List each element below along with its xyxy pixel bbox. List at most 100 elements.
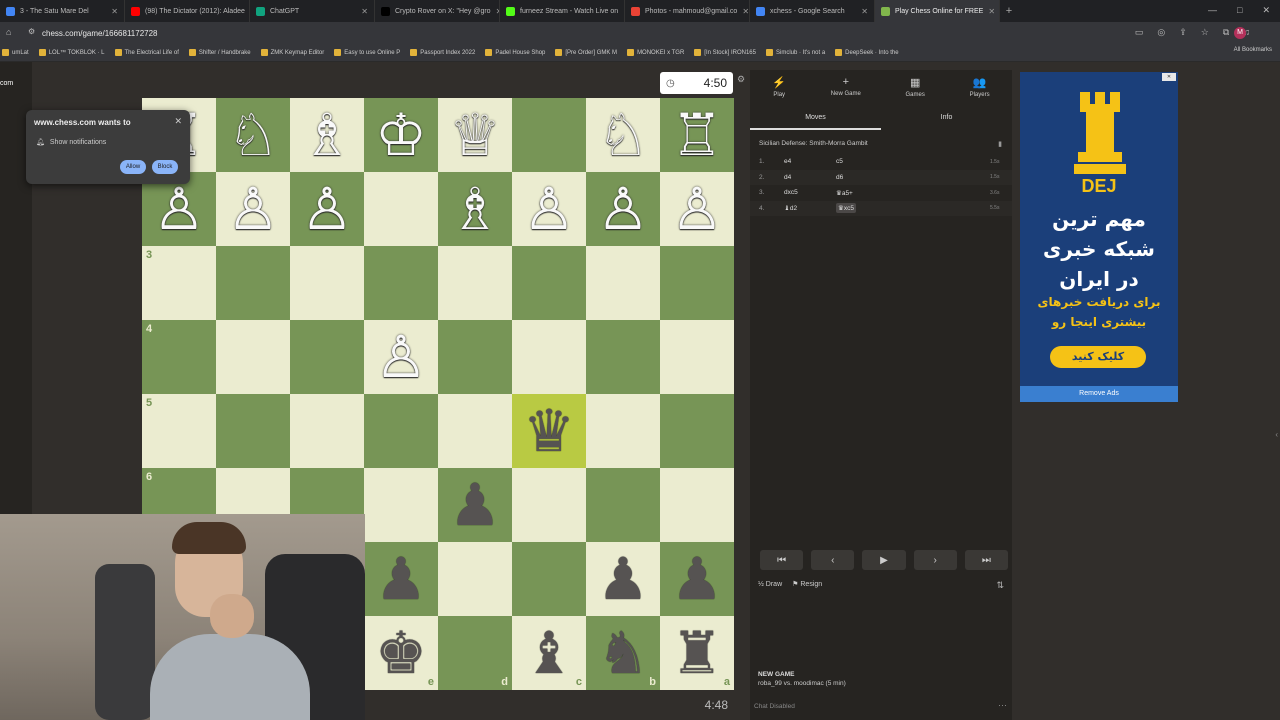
close-tab-icon[interactable]: ✕	[361, 7, 368, 16]
square-b1[interactable]: ♘	[586, 98, 660, 172]
bookmark-item[interactable]: ZMK Keymap Editor	[260, 49, 324, 56]
browser-tab[interactable]: 3 - The Satu Mare Del ✕	[0, 0, 125, 22]
black-pawn-icon[interactable]: ♟	[597, 550, 649, 608]
browser-tab[interactable]: Crypto Rover on X: "Hey @gro✕	[375, 0, 500, 22]
close-icon[interactable]: ✕	[174, 116, 182, 127]
square-d3[interactable]	[438, 246, 512, 320]
white-pawn-icon[interactable]: ♙	[227, 180, 279, 238]
book-icon[interactable]: ▮	[998, 140, 1002, 148]
white-move[interactable]: ♝d2	[784, 204, 797, 212]
square-a1[interactable]: ♖	[660, 98, 734, 172]
square-e7[interactable]: ♟	[364, 542, 438, 616]
black-move[interactable]: d6	[836, 174, 843, 181]
bookmark-item[interactable]: The Electrical Life of	[114, 49, 179, 56]
square-b7[interactable]: ♟	[586, 542, 660, 616]
square-f2[interactable]: ♙	[290, 172, 364, 246]
maximize-icon[interactable]: □	[1237, 5, 1242, 16]
square-b4[interactable]	[586, 320, 660, 394]
url-input[interactable]: chess.com/game/166681172728	[42, 29, 158, 38]
square-a6[interactable]	[660, 468, 734, 542]
panel-tab-games[interactable]: ▦ Games	[906, 70, 925, 104]
next-move-button[interactable]: ›	[913, 550, 957, 570]
profile-avatar[interactable]: M	[1234, 27, 1246, 39]
browser-tab[interactable]: Play Chess Online for FREE ✕	[875, 0, 1000, 22]
square-e4[interactable]: ♙	[364, 320, 438, 394]
white-move[interactable]: d4	[784, 174, 791, 181]
square-b6[interactable]	[586, 468, 660, 542]
square-e8[interactable]: e ♚	[364, 616, 438, 690]
bookmark-item[interactable]: [Pre Order] GMK M	[555, 49, 617, 56]
white-pawn-icon[interactable]: ♙	[375, 328, 427, 386]
browser-tab[interactable]: Photos - mahmoud@gmail.co ✕	[625, 0, 750, 22]
browser-tab[interactable]: furneez Stream - Watch Live on✕	[500, 0, 625, 22]
home-icon[interactable]: ⌂	[6, 27, 11, 37]
white-pawn-icon[interactable]: ♙	[597, 180, 649, 238]
square-h4[interactable]: 4	[142, 320, 216, 394]
square-c4[interactable]	[512, 320, 586, 394]
square-a4[interactable]	[660, 320, 734, 394]
bookmark-item[interactable]: Easy to use Online P	[334, 49, 400, 56]
eye-off-icon[interactable]: ◎	[1157, 27, 1165, 38]
close-window-icon[interactable]: ✕	[1262, 5, 1270, 16]
square-g1[interactable]: ♘	[216, 98, 290, 172]
bookmark-item[interactable]: umLat	[2, 49, 29, 56]
square-g5[interactable]	[216, 394, 290, 468]
browser-tab[interactable]: (98) The Dictator (2012): Aladee✕	[125, 0, 250, 22]
sidebar-label[interactable]: com	[0, 80, 13, 87]
black-pawn-icon[interactable]: ♟	[449, 476, 501, 534]
white-move[interactable]: e4	[784, 158, 791, 165]
close-tab-icon[interactable]: ✕	[861, 7, 868, 16]
all-bookmarks-button[interactable]: All Bookmarks	[1234, 47, 1272, 53]
black-move[interactable]: c5	[836, 158, 843, 165]
allow-button[interactable]: Allow	[120, 160, 146, 174]
white-pawn-icon[interactable]: ♙	[523, 180, 575, 238]
black-pawn-icon[interactable]: ♟	[671, 550, 723, 608]
black-move[interactable]: ♛xc5	[836, 203, 856, 214]
square-d5[interactable]	[438, 394, 512, 468]
close-tab-icon[interactable]: ✕	[742, 7, 749, 16]
black-queen-icon[interactable]: ♛	[523, 402, 575, 460]
panel-tab-new-game[interactable]: + New Game	[831, 70, 861, 104]
new-tab-button[interactable]: +	[1000, 5, 1018, 17]
ad-cta-button[interactable]: کلیک کنید	[1050, 346, 1146, 368]
square-d2[interactable]: ♗	[438, 172, 512, 246]
square-b3[interactable]	[586, 246, 660, 320]
extensions-icon[interactable]: ⧉	[1223, 27, 1229, 38]
bookmark-item[interactable]: [In Stock] IRON165	[694, 49, 756, 56]
square-h3[interactable]: 3	[142, 246, 216, 320]
square-d1[interactable]: ♕	[438, 98, 512, 172]
scroll-arrow-icon[interactable]: ‹	[1275, 430, 1278, 439]
white-bishop-icon[interactable]: ♗	[449, 180, 501, 238]
white-pawn-icon[interactable]: ♙	[153, 180, 205, 238]
square-g3[interactable]	[216, 246, 290, 320]
square-c2[interactable]: ♙	[512, 172, 586, 246]
white-pawn-icon[interactable]: ♙	[301, 180, 353, 238]
black-bishop-icon[interactable]: ♝	[523, 624, 575, 682]
square-b5[interactable]	[586, 394, 660, 468]
site-info-icon[interactable]: ⚙	[28, 27, 35, 36]
square-d7[interactable]	[438, 542, 512, 616]
bookmark-item[interactable]: MONOKEI x TGR	[627, 49, 684, 56]
subtab-info[interactable]: Info	[881, 108, 1012, 130]
square-c3[interactable]	[512, 246, 586, 320]
minimize-icon[interactable]: —	[1208, 5, 1217, 16]
square-c1[interactable]	[512, 98, 586, 172]
panel-tab-play[interactable]: ⚡ Play	[772, 70, 786, 104]
white-queen-icon[interactable]: ♕	[449, 106, 501, 164]
square-c8[interactable]: c ♝	[512, 616, 586, 690]
remove-ads-button[interactable]: Remove Ads	[1020, 386, 1178, 402]
square-d8[interactable]: d	[438, 616, 512, 690]
close-tab-icon[interactable]: ✕	[988, 7, 995, 16]
previous-move-button[interactable]: ‹	[811, 550, 855, 570]
play-button[interactable]: ▶	[862, 550, 906, 570]
panel-tab-players[interactable]: 👥 Players	[970, 70, 990, 104]
square-a5[interactable]	[660, 394, 734, 468]
bookmark-item[interactable]: Padel House Shop	[485, 49, 545, 56]
flip-board-icon[interactable]: ⇅	[996, 580, 1004, 591]
square-c5[interactable]: ♛	[512, 394, 586, 468]
square-a8[interactable]: a ♜	[660, 616, 734, 690]
square-c6[interactable]	[512, 468, 586, 542]
square-b2[interactable]: ♙	[586, 172, 660, 246]
square-e2[interactable]	[364, 172, 438, 246]
square-e5[interactable]	[364, 394, 438, 468]
